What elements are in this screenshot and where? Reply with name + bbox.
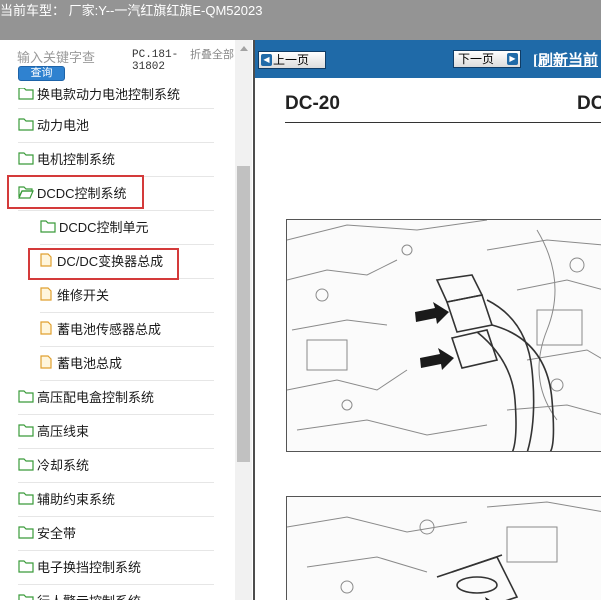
folder-icon <box>18 594 34 600</box>
component-drawing <box>287 501 601 600</box>
connector-drawing <box>287 220 601 451</box>
page-icon <box>40 355 52 369</box>
tree-item-label: 动力电池 <box>37 117 90 133</box>
page-icon <box>40 287 52 301</box>
tree-item-motor-control[interactable]: 电机控制系统 <box>18 143 115 173</box>
tree-item-cooling-system[interactable]: 冷却系统 <box>18 449 89 479</box>
arrow-right-icon: ▶ <box>507 53 518 65</box>
search-button[interactable]: 查询 <box>18 66 65 81</box>
tree-item-pedestrian-warning[interactable]: 行人警示控制系统 <box>18 585 141 600</box>
tree-item-power-battery[interactable]: 动力电池 <box>18 109 89 139</box>
highlight-box-dcdc-converter <box>28 248 179 280</box>
page-icon <box>40 321 52 335</box>
tree-item-label: 安全带 <box>37 525 77 541</box>
tree-item-battery-assembly[interactable]: 蓄电池总成 <box>38 347 122 377</box>
tree-item-label: 维修开关 <box>57 287 110 303</box>
prev-page-button[interactable]: ◀ 上一页 <box>258 51 326 69</box>
page-code-left: DC-20 <box>285 93 340 114</box>
tree-item-hv-distribution-box[interactable]: 高压配电盒控制系统 <box>18 381 154 411</box>
tree-item-label: 行人警示控制系统 <box>37 591 141 600</box>
tree-item-seatbelt[interactable]: 安全带 <box>18 517 76 547</box>
fold-all-button[interactable]: 折叠全部 <box>190 49 234 61</box>
document-page: DC-20 DC <box>255 78 601 600</box>
search-input[interactable] <box>8 46 126 68</box>
model-header-bar: 当前车型： 厂家:Y--一汽红旗红旗E-QM52023 <box>0 0 601 40</box>
folder-icon <box>18 526 34 539</box>
folder-icon <box>18 492 34 505</box>
tree-item-dcdc-control-unit[interactable]: DCDC控制单元 <box>40 211 149 241</box>
connector-illustration <box>286 219 601 452</box>
folder-icon <box>18 152 34 165</box>
current-model-label: 当前车型： 厂家:Y--一汽红旗红旗E-QM52023 <box>0 3 263 18</box>
header-rule <box>285 122 601 123</box>
prev-page-label: 上一页 <box>273 53 310 67</box>
folder-icon <box>18 424 34 437</box>
scrollbar-thumb[interactable] <box>237 166 250 462</box>
highlight-box-dcdc-control-system <box>7 175 144 209</box>
search-area: 查询 PC.181-31802 折叠全部 <box>0 40 236 88</box>
next-page-button[interactable]: 下一页 ▶ <box>453 50 521 68</box>
page-code-right: DC <box>577 93 601 114</box>
tree-item-service-switch[interactable]: 维修开关 <box>38 279 109 309</box>
tree-item-hv-harness[interactable]: 高压线束 <box>18 415 89 445</box>
catalog-panel: 换电款动力电池控制系统 动力电池 电机控制系统 DCDC控制系统 DCDC控制单… <box>0 40 253 600</box>
tree-item-label: 电机控制系统 <box>37 151 116 167</box>
tree-item-label: 冷却系统 <box>37 457 90 473</box>
tree-item-label: 辅助约束系统 <box>37 491 116 507</box>
tree-item-battery-sensor-assembly[interactable]: 蓄电池传感器总成 <box>38 313 161 343</box>
document-panel: ◀ 上一页 下一页 ▶ [刷新当前 DC-20 DC <box>253 40 601 600</box>
folder-icon <box>18 87 34 100</box>
folder-icon <box>18 118 34 131</box>
folder-icon <box>40 220 56 233</box>
folder-icon <box>18 458 34 471</box>
tree-item-label: 电子换挡控制系统 <box>37 559 142 575</box>
tree-item-restraint-system[interactable]: 辅助约束系统 <box>18 483 115 513</box>
scroll-up-arrow[interactable] <box>235 40 252 57</box>
tree-item-label: 蓄电池传感器总成 <box>57 321 162 337</box>
document-nav-bar: ◀ 上一页 下一页 ▶ [刷新当前 <box>255 40 601 78</box>
component-illustration <box>286 496 601 600</box>
tree-item-label: 高压线束 <box>37 423 90 439</box>
folder-icon <box>18 390 34 403</box>
arrow-left-icon: ◀ <box>261 54 272 66</box>
folder-icon <box>18 560 34 573</box>
tree-item-electronic-shift[interactable]: 电子换挡控制系统 <box>18 551 141 581</box>
next-page-label: 下一页 <box>458 52 495 66</box>
tree-item-label: 蓄电池总成 <box>57 355 123 371</box>
refresh-current-link[interactable]: [刷新当前 <box>533 49 598 70</box>
tree-item-label: DCDC控制单元 <box>59 219 149 235</box>
tree-item-label: 高压配电盒控制系统 <box>37 389 155 405</box>
pc-code-label: PC.181-31802 <box>132 49 179 73</box>
